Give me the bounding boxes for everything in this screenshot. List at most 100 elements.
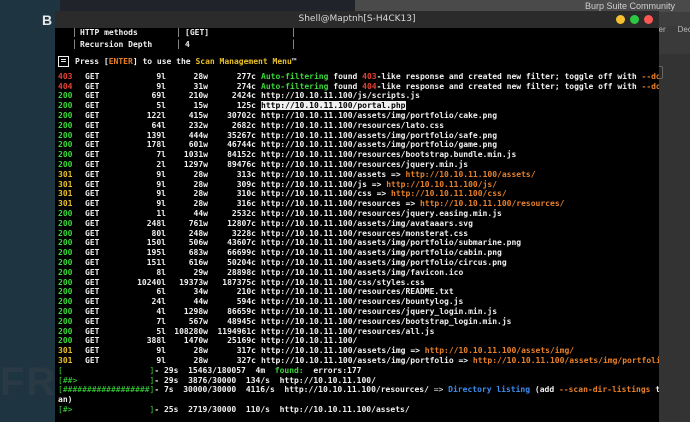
http-method: GET bbox=[85, 306, 100, 316]
status-code: 404 bbox=[58, 81, 73, 91]
word-count: 44w bbox=[193, 208, 208, 218]
char-count: 310c bbox=[236, 189, 256, 199]
progress-bar: [#> ] bbox=[58, 404, 155, 414]
result-line: 200 GET 1l 44w 2532c http://10.10.11.100/reso… bbox=[58, 209, 659, 219]
progress-target[interactable]: http://10.10.11.100/resources/ bbox=[284, 385, 429, 394]
result-line: 301 GET 9l 28w 310c http://10.10.11.100/css =… bbox=[58, 189, 659, 199]
result-url[interactable]: http://10.10.11.100/resources/all.js bbox=[261, 327, 434, 336]
result-url[interactable]: http://10.10.11.100/resources/jquery_log… bbox=[261, 307, 497, 316]
terminal-titlebar[interactable]: Shell@Maptnh[S-H4CK13] bbox=[55, 11, 659, 28]
word-count: 683w bbox=[188, 248, 208, 258]
word-count: 444w bbox=[188, 130, 208, 140]
result-line: 200 GET 6l 34w 210c http://10.10.11.100/resou… bbox=[58, 287, 659, 297]
status-code: 200 bbox=[58, 140, 73, 150]
result-url[interactable]: http://10.10.11.100/js/scripts.js bbox=[261, 91, 420, 100]
filter-code: 404 bbox=[362, 81, 377, 91]
close-icon[interactable] bbox=[644, 15, 653, 24]
result-url[interactable]: http://10.10.11.100/assets/img/portfolio… bbox=[261, 248, 502, 257]
result-url[interactable]: http://10.10.11.100/assets/img/portfolio… bbox=[261, 258, 507, 267]
char-count: 25169c bbox=[227, 336, 256, 346]
result-url[interactable]: http://10.10.11.100/ bbox=[261, 336, 357, 345]
redirect-url[interactable]: http://10.10.11.100/assets/img/ bbox=[425, 346, 574, 355]
result-url[interactable]: http://10.10.11.100/resources/jquery.min… bbox=[261, 160, 468, 169]
line-count: 7l bbox=[156, 150, 166, 160]
line-count: 2l bbox=[156, 159, 166, 169]
http-method: GET bbox=[85, 297, 100, 307]
http-method: GET bbox=[85, 189, 100, 199]
char-count: 43607c bbox=[227, 238, 256, 248]
redirect-url[interactable]: http://10.10.11.100/assets/ bbox=[406, 170, 536, 179]
result-url[interactable]: http://10.10.11.100/assets/img/portfolio bbox=[261, 356, 454, 365]
result-url[interactable]: http://10.10.11.100/assets/img/favicon.i… bbox=[261, 268, 463, 277]
progress-target[interactable]: http://10.10.11.100/assets/ bbox=[280, 405, 410, 414]
word-count: 28w bbox=[193, 355, 208, 365]
char-count: 46744c bbox=[227, 140, 256, 150]
result-url[interactable]: http://10.10.11.100/portal.php bbox=[261, 101, 406, 111]
char-count: 3228c bbox=[231, 228, 256, 238]
status-code: 301 bbox=[58, 169, 73, 179]
result-url[interactable]: http://10.10.11.100/assets bbox=[261, 170, 386, 179]
redirect-url[interactable]: http://10.10.11.100/assets/img/portfolio… bbox=[473, 356, 659, 365]
progress-count: 3876/30000 bbox=[188, 375, 237, 385]
result-url[interactable]: http://10.10.11.100/assets/img/portfolio… bbox=[261, 140, 497, 149]
burp-tab-decoder[interactable]: Decoder bbox=[672, 23, 690, 36]
word-count: 19373w bbox=[179, 277, 208, 287]
terminal-output[interactable]: │ HTTP methods │ [GET] │ │ Recursion Depth │ 4 │… bbox=[58, 28, 659, 422]
http-method: GET bbox=[85, 228, 100, 238]
progress-bar: [##################] bbox=[58, 385, 155, 395]
result-line: 200 GET 248l 761w 12807c http://10.10.11.100/… bbox=[58, 219, 659, 229]
result-url[interactable]: http://10.10.11.100/assets/img bbox=[261, 346, 406, 355]
status-code: 200 bbox=[58, 130, 73, 140]
word-count: 34w bbox=[193, 287, 208, 297]
result-url[interactable]: http://10.10.11.100/resources/monsterat.… bbox=[261, 229, 468, 238]
result-url[interactable]: http://10.10.11.100/assets/img/portfolio… bbox=[261, 111, 497, 120]
status-code: 200 bbox=[58, 238, 73, 248]
char-count: 187375c bbox=[222, 277, 256, 287]
result-url[interactable]: http://10.10.11.100/css/styles.css bbox=[261, 278, 425, 287]
char-count: 317c bbox=[236, 346, 256, 356]
result-url[interactable]: http://10.10.11.100/assets/img/portfolio… bbox=[261, 131, 497, 140]
http-method: GET bbox=[85, 316, 100, 326]
redirect-url[interactable]: http://10.10.11.100/js/ bbox=[386, 180, 497, 189]
result-url[interactable]: http://10.10.11.100/js bbox=[261, 180, 367, 189]
word-count: 567w bbox=[188, 316, 208, 326]
result-url[interactable]: http://10.10.11.100/assets/img/portfolio… bbox=[261, 238, 521, 247]
result-url[interactable]: http://10.10.11.100/resources/bootstrap.… bbox=[261, 150, 516, 159]
char-count: 2682c bbox=[231, 120, 256, 130]
result-url[interactable]: http://10.10.11.100/resources bbox=[261, 199, 401, 208]
filter-message: -like response and created new filter; t… bbox=[376, 71, 642, 81]
hint-suffix: to sc bbox=[655, 385, 659, 395]
word-count: 506w bbox=[188, 238, 208, 248]
status-code: 200 bbox=[58, 277, 73, 287]
result-url[interactable]: http://10.10.11.100/assets/img/avataaars… bbox=[261, 219, 473, 228]
line-count: 9l bbox=[156, 355, 166, 365]
http-method: GET bbox=[85, 277, 100, 287]
word-count: 15w bbox=[193, 101, 208, 111]
directory-listing-label: Directory listing bbox=[448, 385, 531, 395]
status-code: 200 bbox=[58, 218, 73, 228]
http-method: GET bbox=[85, 150, 100, 160]
http-method: GET bbox=[85, 159, 100, 169]
redirect-url[interactable]: http://10.10.11.100/resources/ bbox=[420, 199, 565, 208]
minimize-icon[interactable] bbox=[616, 15, 625, 24]
result-url[interactable]: http://10.10.11.100/resources/lato.css bbox=[261, 121, 444, 130]
redirect-arrow-icon: => bbox=[453, 355, 473, 365]
result-url[interactable]: http://10.10.11.100/resources/README.txt bbox=[261, 287, 454, 296]
progress-target[interactable]: http://10.10.11.100/ bbox=[280, 376, 376, 385]
progress-bar: [ ] bbox=[58, 365, 155, 375]
line-count: 9l bbox=[156, 169, 166, 179]
result-url[interactable]: http://10.10.11.100/css bbox=[261, 189, 372, 198]
status-code: 200 bbox=[58, 257, 73, 267]
maximize-icon[interactable] bbox=[630, 15, 639, 24]
wrapped-line: an) bbox=[58, 395, 659, 405]
char-count: 316c bbox=[236, 199, 256, 209]
result-url[interactable]: http://10.10.11.100/resources/bootstrap_… bbox=[261, 317, 511, 326]
line-count: 1l bbox=[156, 208, 166, 218]
http-method: GET bbox=[85, 179, 100, 189]
redirect-url[interactable]: http://10.10.11.100/css/ bbox=[391, 189, 507, 198]
word-count: 28w bbox=[193, 71, 208, 81]
char-count: 125c bbox=[236, 101, 256, 111]
result-url[interactable]: http://10.10.11.100/resources/jquery.eas… bbox=[261, 209, 502, 218]
status-code: 200 bbox=[58, 91, 73, 101]
result-url[interactable]: http://10.10.11.100/resources/bountylog.… bbox=[261, 297, 463, 306]
